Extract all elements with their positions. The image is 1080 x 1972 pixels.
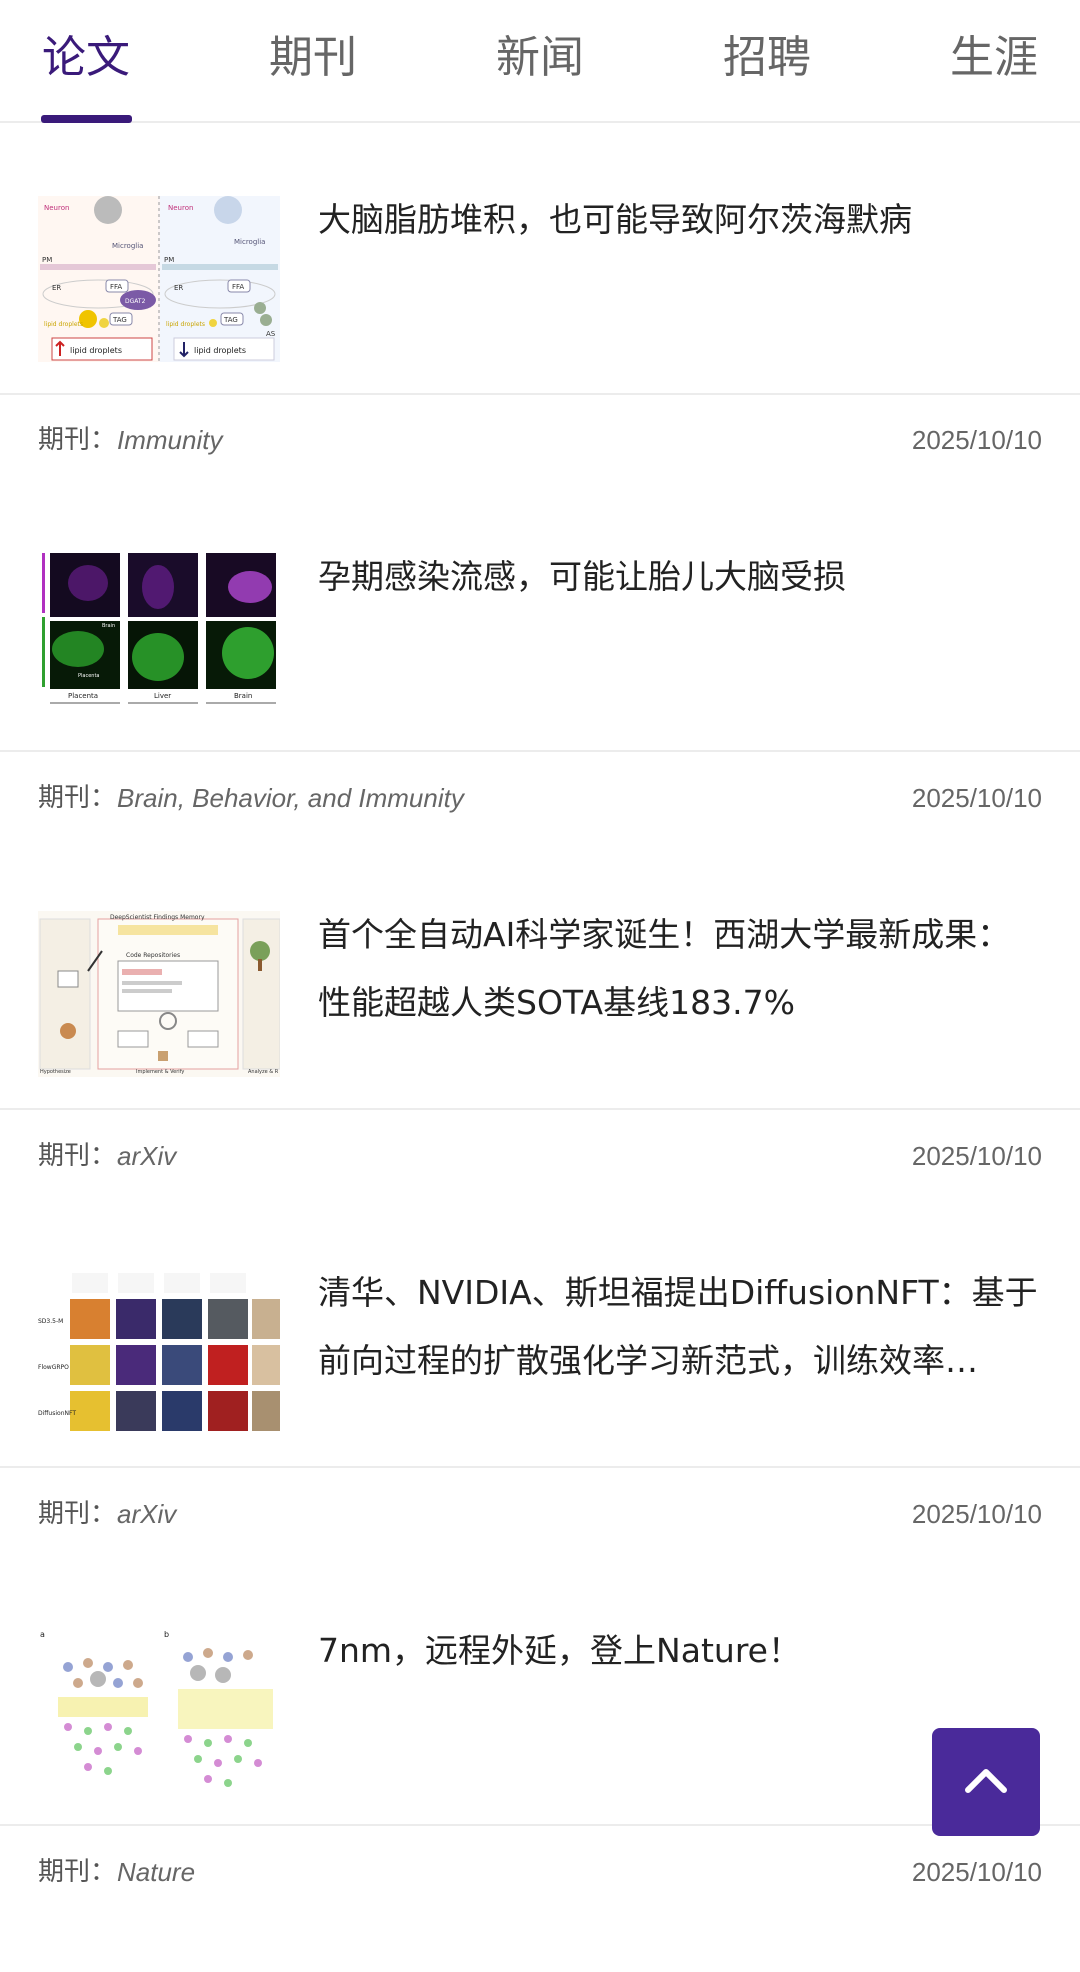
thumb-label: b — [164, 1630, 169, 1639]
journal-name: Immunity — [117, 425, 223, 455]
publish-date: 2025/10/10 — [911, 1141, 1042, 1171]
tab-jobs[interactable]: 招聘 — [697, 28, 837, 88]
thumb-label: DGAT2 — [125, 298, 146, 305]
thumb-label: lipid droplets — [44, 321, 83, 328]
back-to-top-button[interactable] — [932, 1728, 1040, 1836]
article-title[interactable]: 清华、NVIDIA、斯坦福提出DiffusionNFT：基于前向过程的扩散强化学… — [318, 1259, 1043, 1395]
article-title[interactable]: 大脑脂肪堆积，也可能导致阿尔茨海默病 — [318, 186, 1043, 254]
thumb-label: Code Repositories — [126, 952, 180, 959]
article-item[interactable]: Neuron Microglia Neuron Microglia PM PM … — [0, 158, 1080, 395]
article-item[interactable]: Placenta Brain Placenta Liver Brain 孕期感染… — [0, 515, 1080, 752]
thumb-label: ER — [52, 284, 61, 292]
publish-date: 2025/10/10 — [911, 1857, 1042, 1887]
tab-journals[interactable]: 期刊 — [243, 28, 383, 88]
article-thumbnail: a b — [38, 1627, 280, 1793]
tab-papers[interactable]: 论文 — [16, 28, 156, 88]
thumb-label: lipid droplets — [166, 321, 205, 328]
article-item[interactable]: a b 7nm，远程外延，登上Nature！ — [0, 1589, 1080, 1826]
journal-name: Nature — [117, 1857, 196, 1887]
publish-date: 2025/10/10 — [911, 425, 1042, 455]
thumb-label: AS — [266, 330, 276, 338]
tab-career[interactable]: 生涯 — [924, 28, 1064, 88]
article-thumbnail: SD3.5-M FlowGRPO DiffusionNFT — [38, 1269, 280, 1435]
thumb-label: Brain — [234, 692, 252, 700]
thumb-label: DiffusionNFT — [38, 1410, 76, 1417]
article-thumbnail: DeepScientist Findings Memory Code Repos… — [38, 911, 280, 1077]
journal-label: 期刊： — [38, 1499, 117, 1529]
thumb-label: lipid droplets — [194, 346, 246, 355]
thumb-label: TAG — [112, 316, 127, 324]
thumb-label: FlowGRPO — [38, 1364, 69, 1371]
thumb-label: FFA — [110, 283, 122, 291]
thumb-label: PM — [164, 256, 174, 264]
journal-name: arXiv — [117, 1141, 177, 1171]
thumb-label: Placenta — [68, 692, 98, 700]
journal-name: Brain, Behavior, and Immunity — [117, 783, 464, 813]
thumb-label: DeepScientist Findings Memory — [110, 914, 205, 921]
article-thumbnail: Placenta Brain Placenta Liver Brain — [38, 553, 280, 719]
journal-name: arXiv — [117, 1499, 177, 1529]
thumb-label: SD3.5-M — [38, 1318, 63, 1325]
journal-label: 期刊： — [38, 1141, 117, 1171]
journal-label: 期刊： — [38, 1857, 117, 1887]
article-item[interactable]: SD3.5-M FlowGRPO DiffusionNFT 清华、NVIDIA、… — [0, 1231, 1080, 1468]
thumb-label: PM — [42, 256, 52, 264]
thumb-label: Analyze & R — [248, 1069, 279, 1075]
thumb-label: lipid droplets — [70, 346, 122, 355]
active-tab-indicator — [41, 115, 132, 123]
publish-date: 2025/10/10 — [911, 1499, 1042, 1529]
article-meta: 期刊： Nature 2025/10/10 — [0, 1852, 1080, 1972]
publish-date: 2025/10/10 — [911, 783, 1042, 813]
article-title[interactable]: 孕期感染流感，可能让胎儿大脑受损 — [318, 543, 1043, 611]
thumb-label: FFA — [232, 283, 244, 291]
thumb-label: Brain — [102, 623, 115, 629]
thumb-label: Microglia — [112, 242, 143, 250]
category-tabs: 论文 期刊 新闻 招聘 生涯 — [0, 0, 1080, 123]
article-item[interactable]: DeepScientist Findings Memory Code Repos… — [0, 873, 1080, 1110]
article-thumbnail: Neuron Microglia Neuron Microglia PM PM … — [38, 196, 280, 362]
thumb-label: Microglia — [234, 238, 265, 246]
thumb-label: Neuron — [168, 204, 193, 212]
article-title[interactable]: 首个全自动AI科学家诞生！西湖大学最新成果：性能超越人类SOTA基线183.7% — [318, 901, 1043, 1037]
thumb-label: ER — [174, 284, 183, 292]
thumb-label: Liver — [154, 692, 171, 700]
thumb-label: TAG — [223, 316, 238, 324]
article-title[interactable]: 7nm，远程外延，登上Nature！ — [318, 1617, 1043, 1685]
tab-news[interactable]: 新闻 — [470, 28, 610, 88]
chevron-up-icon — [965, 1769, 1007, 1793]
thumb-label: Placenta — [78, 673, 100, 679]
journal-label: 期刊： — [38, 783, 117, 813]
thumb-label: Hypothesize — [40, 1069, 71, 1075]
journal-label: 期刊： — [38, 425, 117, 455]
thumb-label: Neuron — [44, 204, 69, 212]
thumb-label: Implement & Verify — [136, 1069, 184, 1075]
thumb-label: a — [40, 1630, 45, 1639]
